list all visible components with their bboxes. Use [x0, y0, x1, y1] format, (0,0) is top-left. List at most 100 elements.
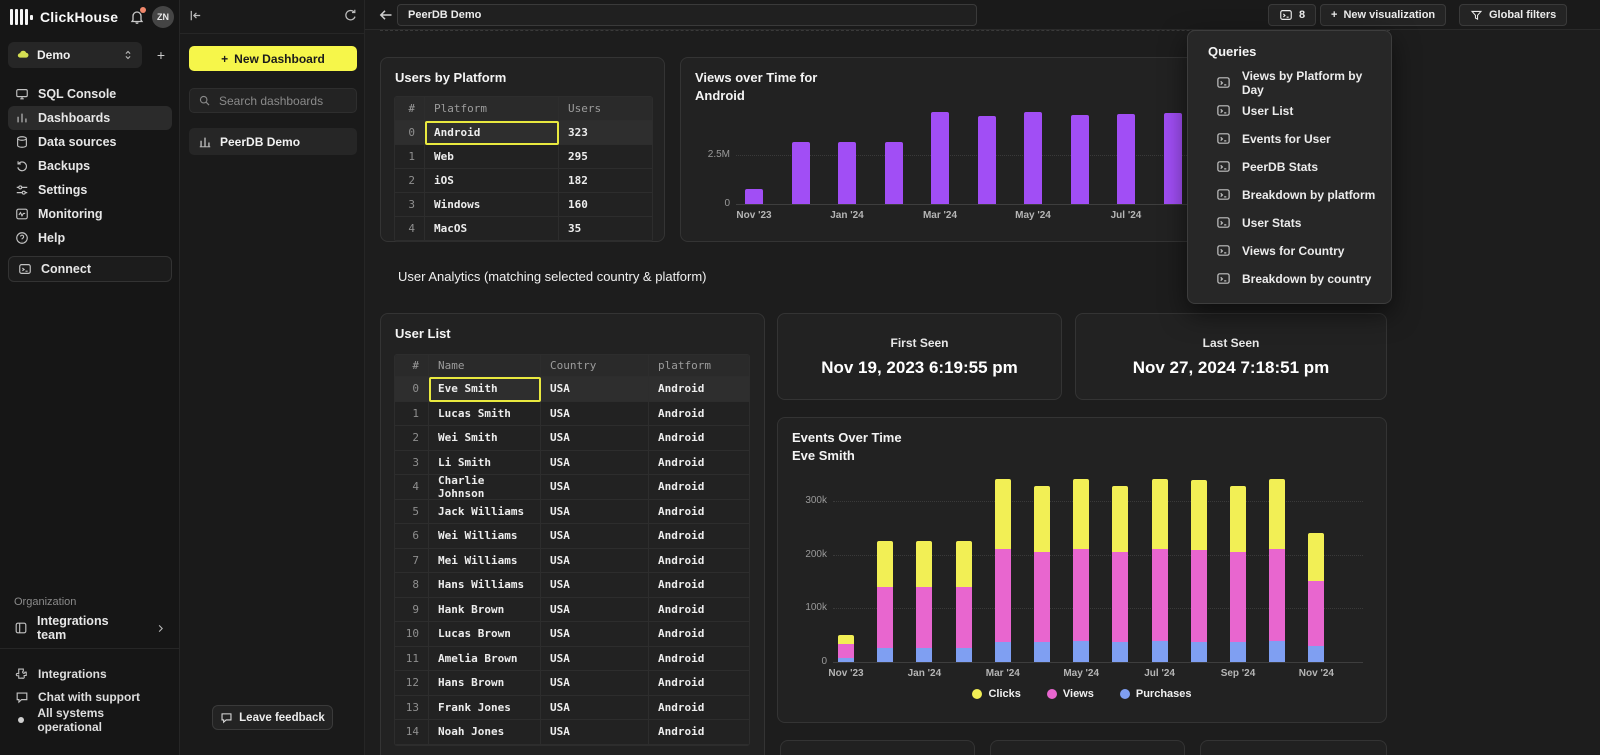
search-dashboards-input[interactable] [217, 93, 341, 109]
table-row[interactable]: 5Jack WilliamsUSAAndroid [395, 500, 749, 525]
table-row[interactable]: 8Hans WilliamsUSAAndroid [395, 573, 749, 598]
new-visualization-button[interactable]: + New visualization [1320, 4, 1446, 26]
table-cell[interactable]: Android [649, 549, 749, 574]
table-cell[interactable]: Lucas Brown [429, 622, 541, 647]
table-row[interactable]: 0Eve SmithUSAAndroid [395, 377, 749, 402]
table-cell[interactable]: 10 [395, 622, 429, 647]
table-cell[interactable]: Li Smith [429, 451, 541, 476]
table-row[interactable]: 1Lucas SmithUSAAndroid [395, 402, 749, 427]
table-cell[interactable]: USA [541, 426, 649, 451]
sidebar-item-backups[interactable]: Backups [8, 154, 172, 178]
table-cell[interactable]: Jack Williams [429, 500, 541, 525]
column-header[interactable]: platform [649, 355, 749, 377]
table-cell[interactable]: Android [649, 671, 749, 696]
sidebar-item-dashboards[interactable]: Dashboards [8, 106, 172, 130]
table-cell[interactable]: 35 [559, 217, 652, 241]
query-item-views-by-platform-by-day[interactable]: Views by Platform by Day [1216, 69, 1386, 97]
table-cell[interactable]: 11 [395, 647, 429, 672]
dashboard-list-item[interactable]: PeerDB Demo [189, 128, 357, 155]
table-cell[interactable]: Android [649, 720, 749, 745]
table-cell[interactable]: USA [541, 475, 649, 500]
table-cell[interactable]: 3 [395, 451, 429, 476]
legend-item-purchases[interactable]: Purchases [1120, 688, 1192, 700]
column-header[interactable]: # [395, 97, 425, 121]
table-cell[interactable]: USA [541, 377, 649, 402]
sidebar-item-integrations-team[interactable]: Integrations team [8, 616, 172, 640]
notifications-bell-icon[interactable] [129, 9, 145, 25]
table-row[interactable]: 1Web295 [395, 145, 652, 169]
sidebar-item-sql-console[interactable]: SQL Console [8, 82, 172, 106]
table-cell[interactable]: 0 [395, 377, 429, 402]
table-cell[interactable]: Mei Williams [429, 549, 541, 574]
connect-button[interactable]: Connect [8, 256, 172, 282]
table-cell[interactable]: Android [649, 426, 749, 451]
legend-item-clicks[interactable]: Clicks [972, 688, 1020, 700]
table-cell[interactable]: USA [541, 402, 649, 427]
query-item-peerdb-stats[interactable]: PeerDB Stats [1216, 153, 1386, 181]
column-header[interactable]: Users [559, 97, 652, 121]
table-cell[interactable]: USA [541, 549, 649, 574]
table-row[interactable]: 4Charlie JohnsonUSAAndroid [395, 475, 749, 500]
leave-feedback-button[interactable]: Leave feedback [212, 705, 333, 730]
query-item-views-for-country[interactable]: Views for Country [1216, 237, 1386, 265]
query-item-user-list[interactable]: User List [1216, 97, 1386, 125]
table-cell[interactable]: USA [541, 500, 649, 525]
column-header[interactable]: # [395, 355, 429, 377]
sidebar-item-monitoring[interactable]: Monitoring [8, 202, 172, 226]
table-cell[interactable]: Web [425, 145, 559, 169]
table-row[interactable]: 12Hans BrownUSAAndroid [395, 671, 749, 696]
table-cell[interactable]: 4 [395, 217, 425, 241]
table-cell[interactable]: 2 [395, 169, 425, 193]
table-row[interactable]: 10Lucas BrownUSAAndroid [395, 622, 749, 647]
table-cell[interactable]: 7 [395, 549, 429, 574]
table-row[interactable]: 11Amelia BrownUSAAndroid [395, 647, 749, 672]
table-cell[interactable]: 5 [395, 500, 429, 525]
column-header[interactable]: Country [541, 355, 649, 377]
table-cell[interactable]: Windows [425, 193, 559, 217]
table-cell[interactable]: 0 [395, 121, 425, 145]
sidebar-item-settings[interactable]: Settings [8, 178, 172, 202]
table-cell[interactable]: 182 [559, 169, 652, 193]
table-row[interactable]: 13Frank JonesUSAAndroid [395, 696, 749, 721]
table-cell[interactable]: Hans Williams [429, 573, 541, 598]
table-cell[interactable]: 2 [395, 426, 429, 451]
table-cell[interactable]: USA [541, 598, 649, 623]
add-workspace-button[interactable]: + [150, 42, 172, 68]
table-cell[interactable]: Android [649, 573, 749, 598]
legend-item-views[interactable]: Views [1047, 688, 1094, 700]
table-cell[interactable]: Android [649, 696, 749, 721]
table-row[interactable]: 9Hank BrownUSAAndroid [395, 598, 749, 623]
table-cell[interactable]: USA [541, 647, 649, 672]
table-cell[interactable]: MacOS [425, 217, 559, 241]
query-item-user-stats[interactable]: User Stats [1216, 209, 1386, 237]
back-arrow-icon[interactable] [378, 7, 394, 23]
table-cell[interactable]: USA [541, 524, 649, 549]
table-cell[interactable]: Charlie Johnson [429, 475, 541, 500]
table-row[interactable]: 3Li SmithUSAAndroid [395, 451, 749, 476]
table-cell[interactable]: Android [425, 121, 559, 145]
table-row[interactable]: 14Noah JonesUSAAndroid [395, 720, 749, 745]
refresh-icon[interactable] [343, 8, 358, 26]
query-item-breakdown-by-country[interactable]: Breakdown by country [1216, 265, 1386, 293]
table-cell[interactable]: 4 [395, 475, 429, 500]
table-cell[interactable]: Eve Smith [429, 377, 541, 402]
table-cell[interactable]: Amelia Brown [429, 647, 541, 672]
table-cell[interactable]: 295 [559, 145, 652, 169]
table-cell[interactable]: Android [649, 647, 749, 672]
table-cell[interactable]: 6 [395, 524, 429, 549]
table-row[interactable]: 4MacOS35 [395, 217, 652, 241]
table-cell[interactable]: Hans Brown [429, 671, 541, 696]
sidebar-footer-all-systems-operational[interactable]: All systems operational [8, 708, 172, 731]
table-cell[interactable]: Android [649, 598, 749, 623]
table-cell[interactable]: Android [649, 500, 749, 525]
table-row[interactable]: 6Wei WilliamsUSAAndroid [395, 524, 749, 549]
column-header[interactable]: Name [429, 355, 541, 377]
table-cell[interactable]: iOS [425, 169, 559, 193]
table-cell[interactable]: Android [649, 377, 749, 402]
table-cell[interactable]: Hank Brown [429, 598, 541, 623]
table-cell[interactable]: Android [649, 451, 749, 476]
column-header[interactable]: Platform [425, 97, 559, 121]
queries-count-button[interactable]: 8 [1268, 4, 1316, 26]
table-cell[interactable]: USA [541, 451, 649, 476]
table-cell[interactable]: 13 [395, 696, 429, 721]
